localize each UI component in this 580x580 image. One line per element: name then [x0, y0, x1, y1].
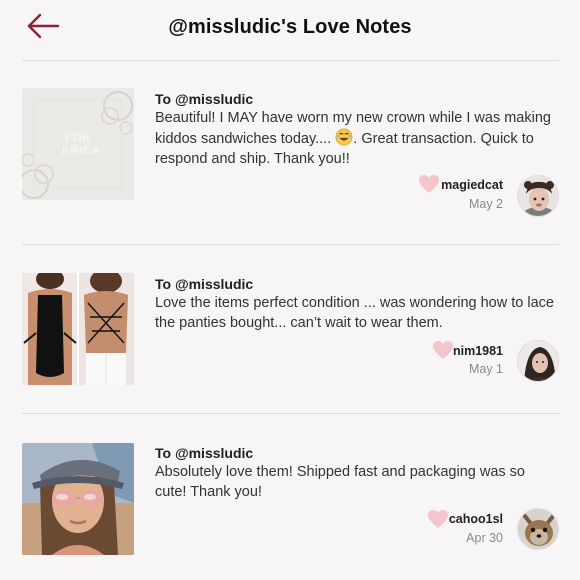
listing-thumbnail[interactable]	[22, 273, 134, 385]
heart-icon	[433, 341, 453, 359]
reviewer-username[interactable]: nim1981	[453, 344, 503, 358]
page-title: @missludic's Love Notes	[168, 16, 412, 38]
header-bar: @missludic's Love Notes	[0, 0, 580, 58]
love-note: FOR ERICA To @missludic Beautiful! I MAY…	[0, 60, 580, 244]
avatar[interactable]	[517, 508, 559, 550]
note-date: May 1	[468, 362, 503, 376]
love-note: To @missludic Absolutely love them! Ship…	[0, 414, 580, 580]
avatar[interactable]	[517, 340, 559, 382]
listing-thumbnail[interactable]	[22, 443, 134, 555]
avatar[interactable]	[517, 175, 559, 217]
reviewer-username[interactable]: cahoo1sl	[449, 512, 503, 526]
note-text: Beautiful! I MAY have worn my new crown …	[155, 108, 555, 169]
note-recipient: To @missludic	[155, 276, 254, 292]
listing-thumbnail[interactable]: FOR ERICA	[22, 88, 134, 200]
note-text: Absolutely love them! Shipped fast and p…	[155, 464, 525, 500]
note-recipient: To @missludic	[155, 91, 254, 107]
thumbnail-caption: FOR ERICA	[62, 132, 101, 157]
note-recipient: To @missludic	[155, 445, 254, 461]
heart-icon	[428, 510, 448, 528]
laughing-emoji-icon	[335, 128, 353, 146]
heart-icon	[419, 175, 439, 193]
love-note: To @missludic Love the items perfect con…	[0, 245, 580, 414]
note-text: Love the items perfect condition ... was…	[155, 295, 554, 331]
note-date: May 2	[468, 197, 503, 211]
note-date: Apr 30	[466, 531, 503, 545]
reviewer-username[interactable]: magiedcat	[441, 178, 503, 192]
